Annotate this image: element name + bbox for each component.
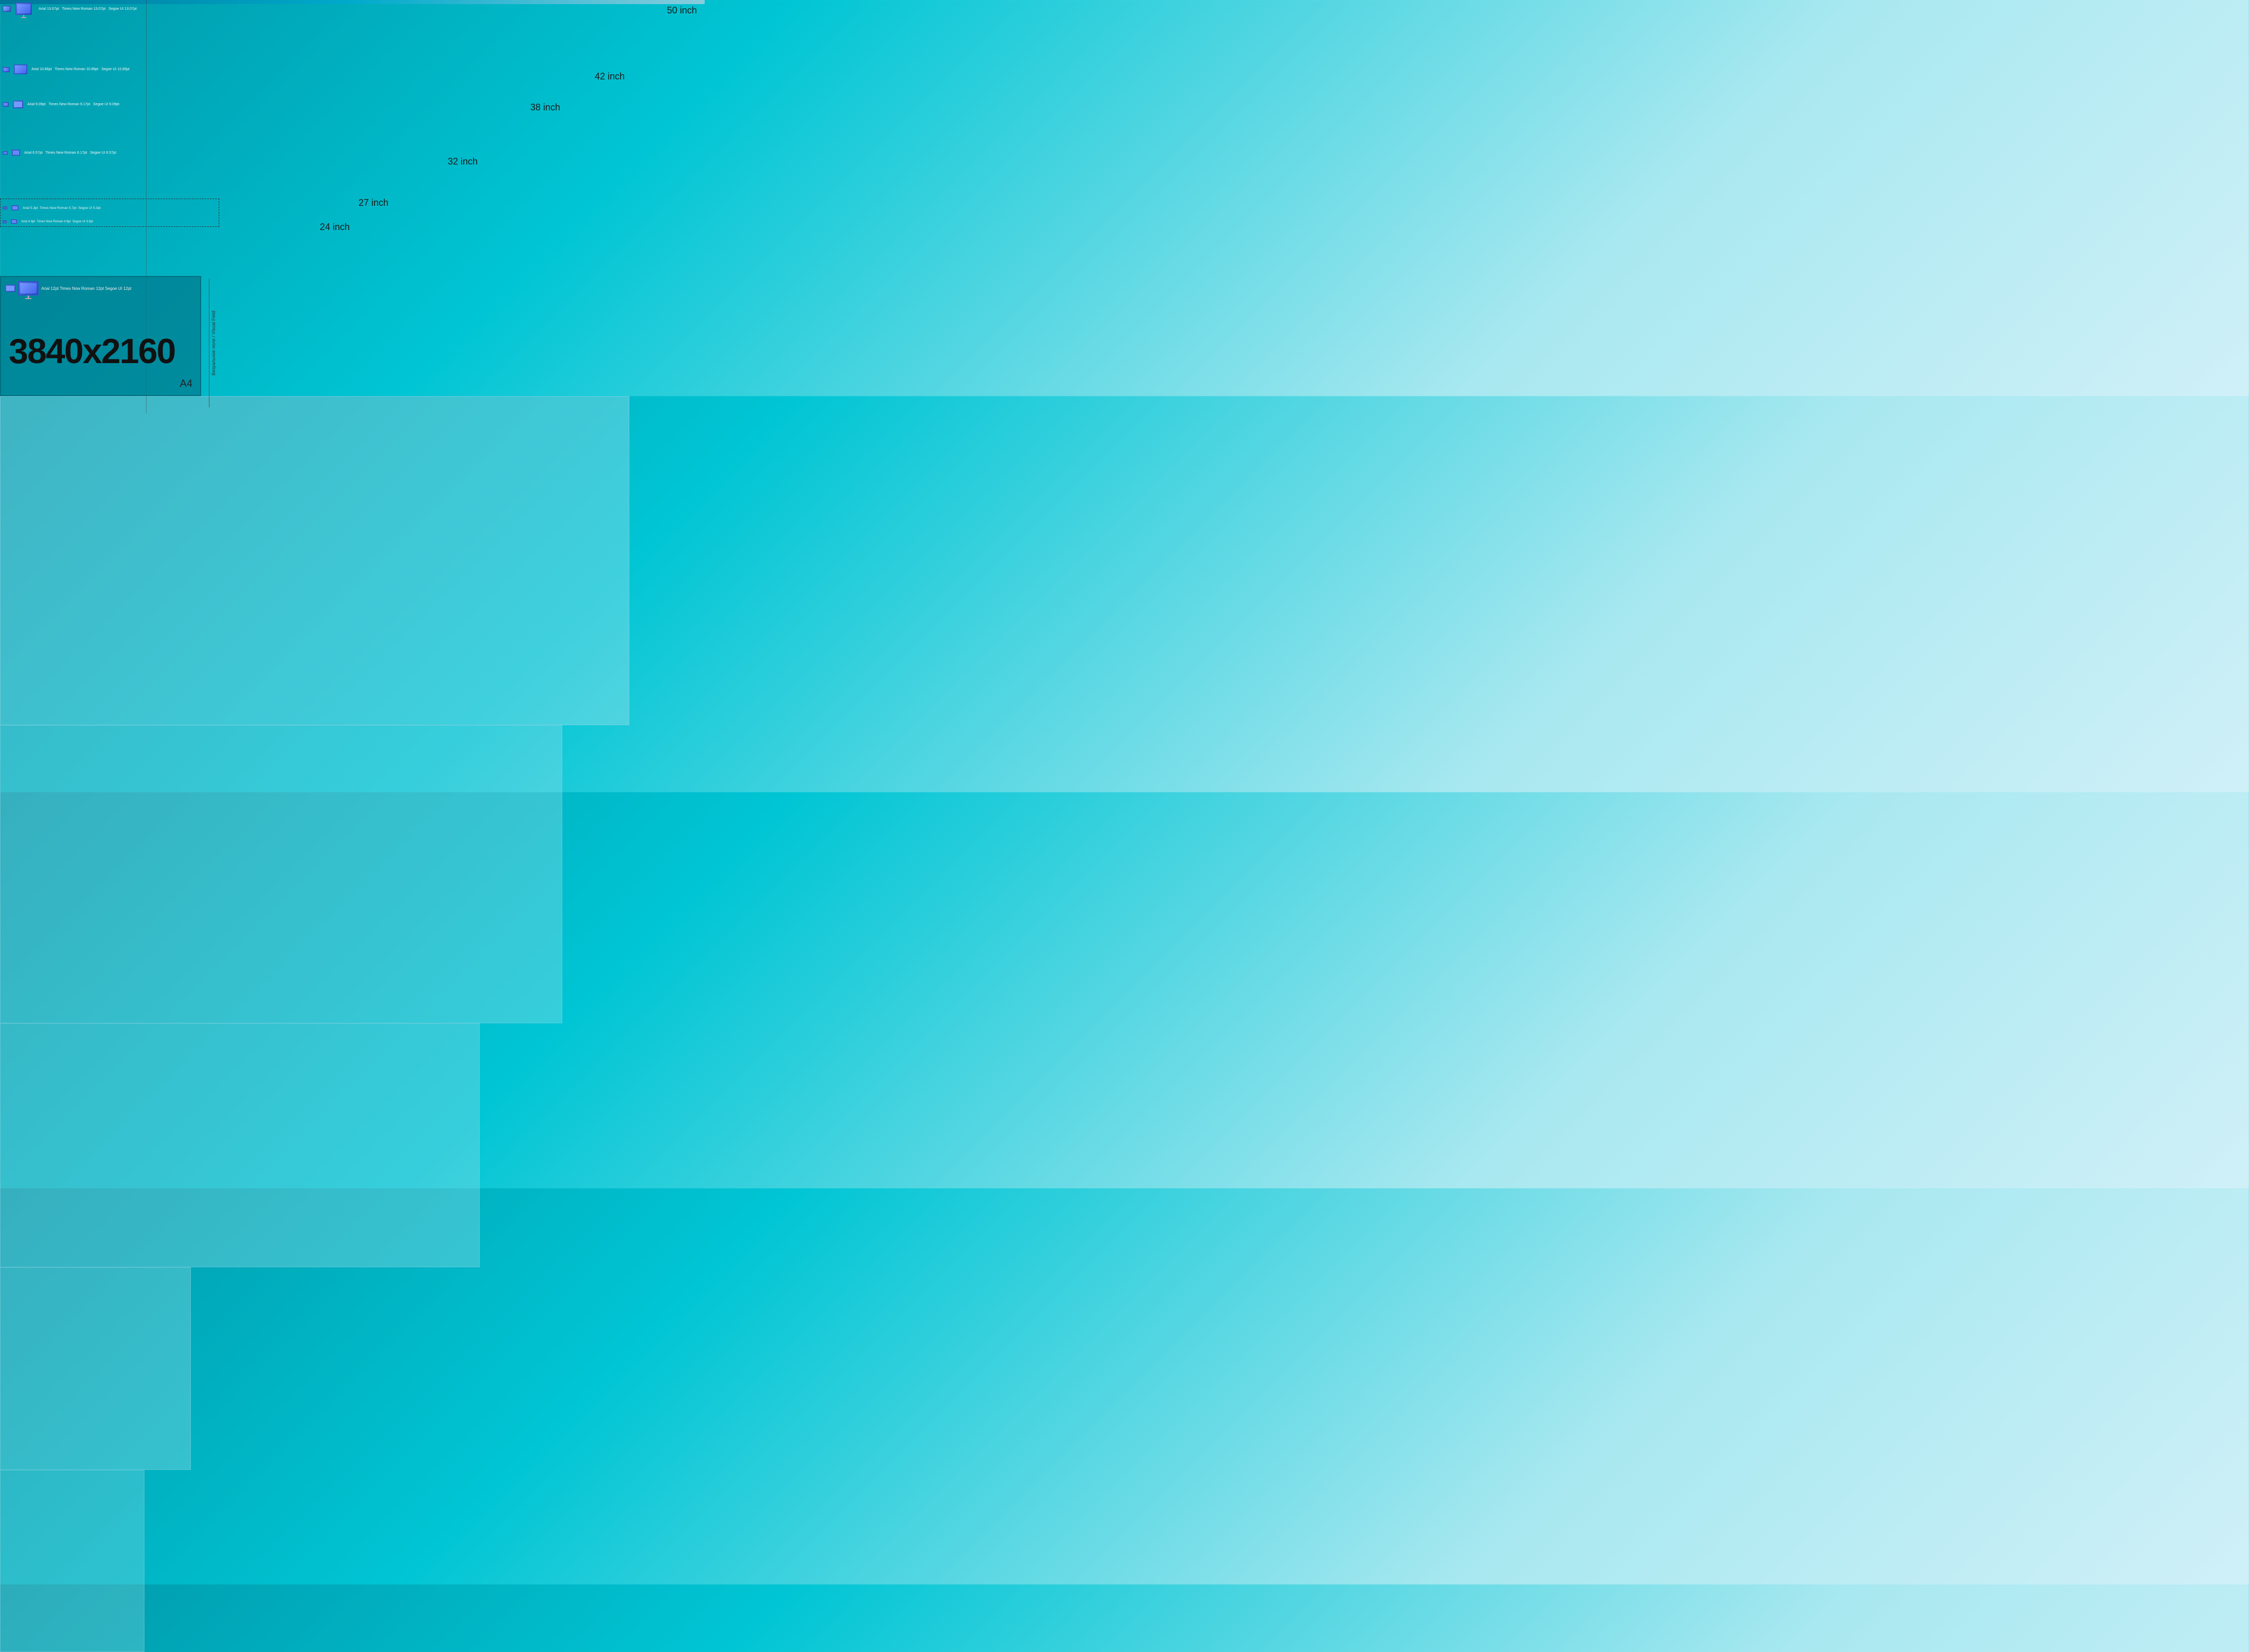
- screen-rect-32: [0, 1023, 480, 1267]
- label-32-inch: 32 inch: [448, 156, 478, 167]
- screen-rect-27: [0, 1267, 191, 1470]
- font-sample-row1: Arial 13.07pt Times New Roman 13.07pt Se…: [39, 7, 137, 11]
- monitor-icon-1b: [15, 3, 32, 15]
- monitor-icon-5a: [3, 206, 7, 209]
- monitor-icon-2a: [3, 67, 10, 72]
- main-monitor-area: Arial 12pt Times Now Roman 12pt Segoe UI…: [0, 276, 201, 396]
- font-sample-row3: Arial 9.09pt Times New Roman 9.17pt Sego…: [27, 103, 119, 106]
- monitor-icon-2b: [14, 64, 27, 74]
- font-sample-row2: Arial 10.86pt Times New Roman 10.86pt Se…: [31, 68, 129, 71]
- label-50-inch: 50 inch: [667, 5, 697, 16]
- screen-rect-42: [0, 396, 629, 725]
- label-24-inch: 24 inch: [320, 222, 350, 233]
- screen-rect-38: [0, 725, 562, 1023]
- monitor-row-4: Arial 6.57pt Times New Roman 6.17pt Sego…: [3, 150, 116, 156]
- monitor-icon-3b: [13, 101, 23, 108]
- bottom-font-label: Arial 12pt Times Now Roman 12pt Segoe UI…: [41, 286, 132, 291]
- font-sample-row6: Arial 4.9pt Times New Roman 4.9pt Segoe …: [21, 220, 93, 223]
- label-27-inch: 27 inch: [358, 198, 388, 208]
- monitor-icon-6a: [3, 220, 7, 223]
- monitor-icon-6b: [11, 219, 17, 224]
- monitor-icon-4a: [3, 151, 8, 155]
- screen-rect-24: [0, 1470, 144, 1652]
- visual-field-label: Визуальное поле / Visual Field: [209, 279, 223, 407]
- monitor-row-5: Arial 5.3pt Times New Roman 5.7pt Segoe …: [3, 205, 101, 210]
- label-38-inch: 38 inch: [530, 102, 560, 113]
- resolution-display: 3840x2160: [9, 331, 175, 371]
- monitor-icon-4b: [12, 150, 20, 156]
- left-panel: Arial 13.07pt Times New Roman 13.07pt Se…: [0, 0, 147, 206]
- label-42-inch: 42 inch: [595, 71, 625, 82]
- monitor-icon-5b: [11, 205, 19, 210]
- monitor-icon-3a: [3, 102, 9, 107]
- bottom-monitor-row: Arial 12pt Times Now Roman 12pt Segoe UI…: [5, 281, 132, 296]
- monitor-row-3: Arial 9.09pt Times New Roman 9.17pt Sego…: [3, 101, 119, 108]
- monitor-row-2: Arial 10.86pt Times New Roman 10.86pt Se…: [3, 64, 129, 74]
- monitor-icon-bottom-b: [18, 281, 39, 296]
- monitor-icon-1a: [3, 6, 11, 12]
- font-sample-row5: Arial 5.3pt Times New Roman 5.7pt Segoe …: [23, 206, 101, 210]
- font-sample-row4: Arial 6.57pt Times New Roman 6.17pt Sego…: [24, 151, 116, 155]
- monitor-row-1: Arial 13.07pt Times New Roman 13.07pt Se…: [3, 3, 137, 15]
- monitor-icon-bottom-a: [5, 285, 15, 292]
- monitor-row-6: Arial 4.9pt Times New Roman 4.9pt Segoe …: [3, 219, 93, 224]
- a4-label: A4: [180, 378, 192, 390]
